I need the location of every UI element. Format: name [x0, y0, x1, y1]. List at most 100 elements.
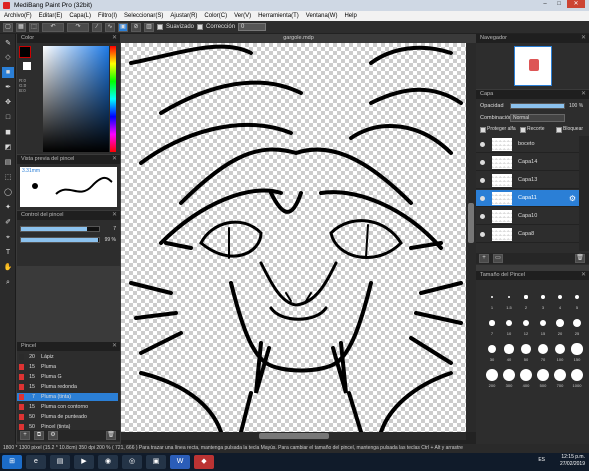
start-icon[interactable]: ⊞ [2, 455, 22, 469]
chrome-icon[interactable]: ◎ [122, 455, 142, 469]
smooth-checkbox[interactable] [157, 24, 163, 30]
panel-close-icon[interactable]: ✕ [112, 34, 117, 43]
menu-capa[interactable]: Capa(L) [69, 13, 91, 19]
lock-checkbox[interactable] [556, 127, 562, 133]
saturation-value-picker[interactable] [43, 46, 109, 152]
navigator-thumbnail[interactable] [514, 46, 552, 86]
brush-size-preset[interactable] [574, 294, 580, 300]
sub-color-swatch[interactable] [23, 62, 31, 70]
blend-mode-dropdown[interactable]: Normal [510, 114, 565, 122]
ie-icon[interactable]: e [26, 455, 46, 469]
hue-slider[interactable] [110, 46, 116, 152]
brush-list-item[interactable]: 15 Pluma [17, 363, 118, 371]
text-tool-icon[interactable]: T [2, 247, 14, 258]
menu-color[interactable]: Color(C) [204, 13, 227, 19]
correction-checkbox[interactable] [197, 24, 204, 30]
bucket-tool-icon[interactable]: ◩ [2, 142, 14, 153]
media-icon[interactable]: ▶ [74, 455, 94, 469]
menu-herramienta[interactable]: Herramienta(T) [258, 13, 299, 19]
layer-list-scrollbar[interactable] [579, 136, 589, 251]
menu-ventana[interactable]: Ventana(W) [306, 13, 338, 19]
copy-brush-icon[interactable]: ⧉ [34, 431, 44, 440]
brush-size-preset[interactable] [554, 343, 566, 355]
brush-size-preset[interactable] [503, 369, 515, 381]
panel-close-icon[interactable]: ✕ [581, 34, 586, 43]
brush-list-item[interactable]: 20 Lápiz [17, 353, 118, 361]
brush-size-preset[interactable] [522, 319, 530, 327]
lasso-tool-icon[interactable]: ◯ [2, 187, 14, 198]
delete-layer-icon[interactable]: 🗑 [575, 254, 585, 263]
menu-ver[interactable]: Ver(V) [234, 13, 251, 19]
brush-size-preset[interactable] [489, 320, 495, 326]
correction-dropdown[interactable]: 0 [238, 23, 267, 31]
menu-ajustar[interactable]: Ajustar(R) [170, 13, 197, 19]
close-button[interactable]: ✕ [567, 0, 585, 8]
snap-icon[interactable]: ▣ [118, 22, 128, 32]
brush-size-preset[interactable] [571, 343, 583, 355]
hand-tool-icon[interactable]: ✋ [2, 262, 14, 273]
visibility-icon[interactable] [480, 160, 485, 165]
layer-item[interactable]: Capa14 [476, 154, 579, 171]
settings-icon[interactable]: ⚙ [48, 431, 58, 440]
fill-tool-icon[interactable]: ◼ [2, 127, 14, 138]
move-tool-icon[interactable]: ✥ [2, 97, 14, 108]
word-icon[interactable]: W [170, 455, 190, 469]
visibility-icon[interactable] [480, 178, 485, 183]
brush-size-preset[interactable] [521, 344, 531, 354]
brush-size-preset[interactable] [520, 369, 532, 381]
protect-alpha-checkbox[interactable] [480, 127, 486, 133]
layer-item[interactable]: Capa13 [476, 172, 579, 189]
undo-button[interactable]: ↶ [42, 22, 64, 32]
brush-size-preset[interactable] [556, 319, 564, 327]
new-icon[interactable]: ▢ [3, 22, 13, 32]
brush-tool-icon[interactable]: ✎ [2, 38, 14, 49]
layer-item[interactable]: Capa11 ⚙ [476, 190, 579, 207]
panel-close-icon[interactable]: ✕ [112, 342, 117, 351]
drawing-canvas[interactable] [121, 43, 466, 432]
language-indicator[interactable]: ES [538, 457, 545, 464]
curve-icon[interactable]: ∿ [105, 22, 115, 32]
select-icon[interactable]: ⬚ [29, 22, 39, 32]
select-pen-icon[interactable]: ✐ [2, 217, 14, 228]
main-color-swatch[interactable] [19, 46, 31, 58]
grid-icon[interactable]: ▦ [16, 22, 26, 32]
layer-opacity-slider[interactable] [510, 103, 565, 109]
eraser-tool-icon[interactable]: ◇ [2, 52, 14, 63]
magic-wand-icon[interactable]: ✦ [2, 202, 14, 213]
layer-item[interactable]: boceto [476, 136, 579, 153]
panel-close-icon[interactable]: ✕ [112, 155, 117, 164]
minimize-button[interactable]: – [539, 0, 551, 8]
brush-size-preset[interactable] [537, 343, 549, 355]
medibang-icon[interactable]: ◆ [194, 455, 214, 469]
horizontal-scrollbar[interactable] [121, 432, 466, 440]
brush-size-preset[interactable] [571, 369, 583, 381]
document-tab[interactable]: gargole.mdp [121, 34, 476, 43]
visibility-icon[interactable] [480, 232, 485, 237]
rect-tool-icon[interactable]: □ [2, 112, 14, 123]
visibility-icon[interactable] [480, 214, 485, 219]
dot-tool-icon[interactable]: ■ [2, 67, 14, 78]
brush-size-preset[interactable] [539, 319, 547, 327]
layer-item[interactable]: Capa8 [476, 226, 579, 243]
vertical-scroll-thumb[interactable] [468, 203, 474, 243]
brush-size-preset[interactable] [491, 296, 493, 298]
menu-seleccionar[interactable]: Seleccionar(S) [124, 13, 163, 19]
brush-size-preset[interactable] [506, 320, 512, 326]
gradient-tool-icon[interactable]: ▤ [2, 157, 14, 168]
brush-size-preset[interactable] [486, 369, 498, 381]
visibility-icon[interactable] [480, 142, 485, 147]
brush-size-preset[interactable] [504, 344, 514, 354]
brush-size-preset[interactable] [541, 295, 545, 299]
pen-tool-icon[interactable]: ✒ [2, 82, 14, 93]
brush-size-preset[interactable] [557, 294, 563, 300]
brush-size-preset[interactable] [524, 295, 528, 299]
panel-close-icon[interactable]: ✕ [581, 90, 586, 99]
brush-size-preset[interactable] [507, 295, 511, 299]
select-tool-icon[interactable]: ⬚ [2, 172, 14, 183]
clip-checkbox[interactable] [520, 127, 526, 133]
gear-icon[interactable]: ⚙ [569, 190, 576, 207]
brush-list-item[interactable]: 15 Pluma G [17, 373, 118, 381]
brush-list-item[interactable]: 15 Pluma redonda [17, 383, 118, 391]
brush-size-preset[interactable] [487, 344, 497, 354]
menu-help[interactable]: Help [344, 13, 356, 19]
